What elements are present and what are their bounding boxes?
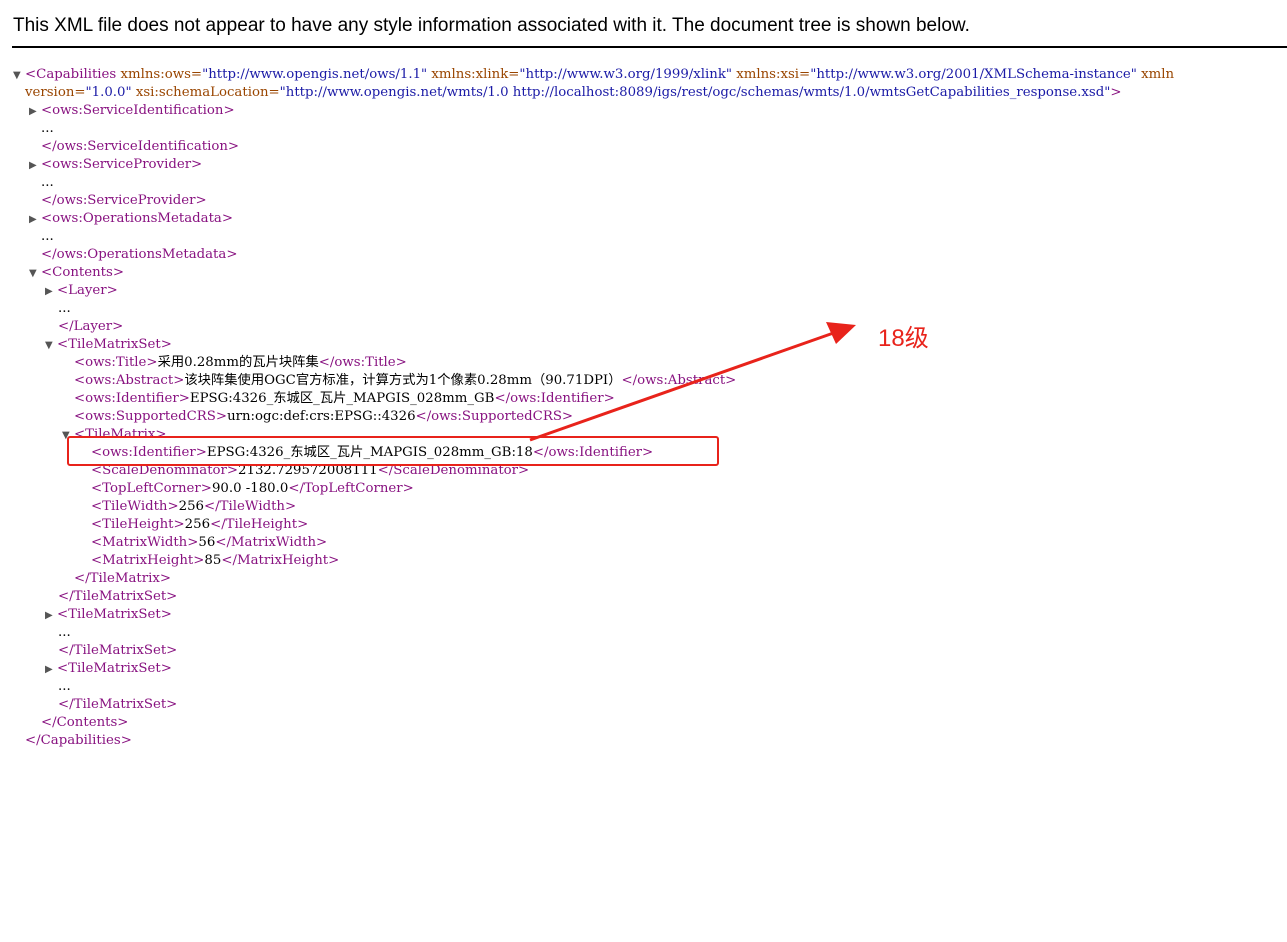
matrix-width-close: </MatrixWidth> (215, 535, 328, 550)
tile-matrix-set-2-line[interactable]: ▶ <TileMatrixSet> (45, 606, 172, 624)
tile-matrix-set-3-open: <TileMatrixSet> (57, 661, 172, 676)
service-identification-open: <ows:ServiceIdentification> (41, 103, 235, 118)
matrix-height-line: <MatrixHeight>85</MatrixHeight> (91, 552, 339, 570)
tile-matrix-set-3-line[interactable]: ▶ <TileMatrixSet> (45, 660, 172, 678)
xmlns-ows-attr: xmlns:ows= (120, 67, 203, 82)
collapsed-triangle-icon[interactable]: ▶ (29, 157, 41, 175)
layer-line[interactable]: ▶ <Layer> (45, 282, 118, 300)
collapsed-triangle-icon[interactable]: ▶ (45, 661, 57, 679)
tile-matrix-set-2-close: </TileMatrixSet> (58, 643, 178, 658)
service-identification-close: </ows:ServiceIdentification> (41, 139, 240, 154)
contents-close: </Contents> (41, 715, 129, 730)
matrix-width-line: <MatrixWidth>56</MatrixWidth> (91, 534, 327, 552)
xmlns-ows-value: "http://www.opengis.net/ows/1.1" (202, 67, 428, 82)
top-left-corner-line: <TopLeftCorner>90.0 -180.0</TopLeftCorne… (91, 480, 414, 498)
tile-width-line: <TileWidth>256</TileWidth> (91, 498, 296, 516)
tms-identifier-text: EPSG:4326_东城区_瓦片_MAPGIS_028mm_GB (189, 391, 495, 406)
top-left-corner-close: </TopLeftCorner> (288, 481, 414, 496)
tile-height-line: <TileHeight>256</TileHeight> (91, 516, 308, 534)
service-provider-close: </ows:ServiceProvider> (41, 193, 207, 208)
supported-crs-open: <ows:SupportedCRS> (74, 409, 228, 424)
tile-matrix-set-3-close: </TileMatrixSet> (58, 697, 178, 712)
top-left-corner-open: <TopLeftCorner> (91, 481, 212, 496)
tile-height-text: 256 (184, 517, 211, 532)
layer-ellipsis: ... (58, 301, 71, 316)
supported-crs-line: <ows:SupportedCRS>urn:ogc:def:crs:EPSG::… (74, 408, 573, 426)
tile-width-close: </TileWidth> (204, 499, 297, 514)
tile-width-open: <TileWidth> (91, 499, 179, 514)
tms-identifier-open: <ows:Identifier> (74, 391, 190, 406)
ows-abstract-text: 该块阵集使用OGC官方标准，计算方式为1个像素0.28mm（90.71DPI） (184, 373, 622, 388)
tile-matrix-set-2-open: <TileMatrixSet> (57, 607, 172, 622)
tile-height-close: </TileHeight> (210, 517, 309, 532)
banner-divider (12, 46, 1287, 48)
xmlns-more-attr: xmln (1141, 67, 1175, 82)
service-provider-line[interactable]: ▶ <ows:ServiceProvider> (29, 156, 202, 174)
collapsed-triangle-icon[interactable]: ▶ (29, 103, 41, 121)
layer-open: <Layer> (57, 283, 118, 298)
matrix-width-open: <MatrixWidth> (91, 535, 199, 550)
schema-location-attr: xsi:schemaLocation= (135, 85, 280, 100)
xml-info-message: This XML file does not appear to have an… (13, 15, 970, 36)
service-identification-ellipsis: ... (41, 121, 54, 136)
xmlns-xsi-attr: xmlns:xsi= (736, 67, 811, 82)
operations-metadata-close: </ows:OperationsMetadata> (41, 247, 238, 262)
matrix-height-open: <MatrixHeight> (91, 553, 205, 568)
tms-identifier-close: </ows:Identifier> (494, 391, 615, 406)
tile-width-text: 256 (178, 499, 205, 514)
version-attr: version= (25, 85, 86, 100)
capabilities-open-end: > (1110, 85, 1122, 100)
operations-metadata-open: <ows:OperationsMetadata> (41, 211, 233, 226)
service-provider-open: <ows:ServiceProvider> (41, 157, 203, 172)
ows-abstract-line: <ows:Abstract>该块阵集使用OGC官方标准，计算方式为1个像素0.2… (74, 372, 736, 390)
schema-location-value: "http://www.opengis.net/wmts/1.0 http://… (279, 85, 1111, 100)
supported-crs-text: urn:ogc:def:crs:EPSG::4326 (227, 409, 416, 424)
ows-abstract-open: <ows:Abstract> (74, 373, 185, 388)
expanded-triangle-icon[interactable]: ▼ (45, 337, 57, 355)
service-provider-ellipsis: ... (41, 175, 54, 190)
highlight-box (67, 436, 719, 466)
tile-matrix-set-3-ellipsis: ... (58, 679, 71, 694)
matrix-height-text: 85 (204, 553, 222, 568)
service-identification-line[interactable]: ▶ <ows:ServiceIdentification> (29, 102, 235, 120)
tile-matrix-set-line[interactable]: ▼ <TileMatrixSet> (45, 336, 172, 354)
ows-title-line: <ows:Title>采用0.28mm的瓦片块阵集</ows:Title> (74, 354, 407, 372)
capabilities-open-tag: <Capabilities (25, 67, 117, 82)
tile-height-open: <TileHeight> (91, 517, 185, 532)
capabilities-close: </Capabilities> (25, 733, 132, 748)
supported-crs-close: </ows:SupportedCRS> (415, 409, 574, 424)
layer-close: </Layer> (58, 319, 124, 334)
annotation-label: 18级 (878, 325, 929, 352)
ows-title-text: 采用0.28mm的瓦片块阵集 (157, 355, 319, 370)
collapsed-triangle-icon[interactable]: ▶ (29, 211, 41, 229)
tile-matrix-set-close: </TileMatrixSet> (58, 589, 178, 604)
contents-line[interactable]: ▼ <Contents> (29, 264, 124, 282)
tms-identifier-line: <ows:Identifier>EPSG:4326_东城区_瓦片_MAPGIS_… (74, 390, 615, 408)
operations-metadata-line[interactable]: ▶ <ows:OperationsMetadata> (29, 210, 233, 228)
collapsed-triangle-icon[interactable]: ▶ (45, 283, 57, 301)
xmlns-xlink-value: "http://www.w3.org/1999/xlink" (519, 67, 733, 82)
tile-matrix-set-2-ellipsis: ... (58, 625, 71, 640)
contents-open: <Contents> (41, 265, 124, 280)
version-value: "1.0.0" (85, 85, 132, 100)
ows-abstract-close: </ows:Abstract> (621, 373, 737, 388)
capabilities-open-line: ▼ <Capabilities xmlns:ows="http://www.ope… (13, 66, 1174, 84)
tile-matrix-close: </TileMatrix> (74, 571, 171, 586)
ows-title-open: <ows:Title> (74, 355, 158, 370)
expanded-triangle-icon[interactable]: ▼ (13, 67, 25, 85)
matrix-height-close: </MatrixHeight> (221, 553, 340, 568)
xml-info-banner: This XML file does not appear to have an… (0, 0, 1287, 48)
matrix-width-text: 56 (198, 535, 216, 550)
xmlns-xlink-attr: xmlns:xlink= (431, 67, 520, 82)
tile-matrix-set-open: <TileMatrixSet> (57, 337, 172, 352)
operations-metadata-ellipsis: ... (41, 229, 54, 244)
capabilities-attr-line: version="1.0.0" xsi:schemaLocation="http… (25, 84, 1122, 102)
collapsed-triangle-icon[interactable]: ▶ (45, 607, 57, 625)
top-left-corner-text: 90.0 -180.0 (211, 481, 289, 496)
expanded-triangle-icon[interactable]: ▼ (29, 265, 41, 283)
ows-title-close: </ows:Title> (318, 355, 407, 370)
xmlns-xsi-value: "http://www.w3.org/2001/XMLSchema-instan… (810, 67, 1137, 82)
